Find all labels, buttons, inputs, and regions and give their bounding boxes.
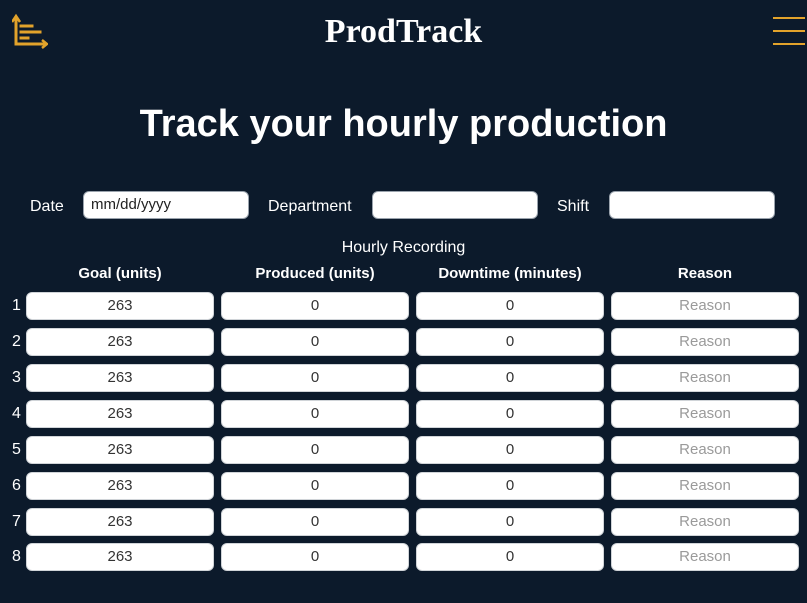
row-number: 6 <box>12 477 21 494</box>
downtime-input[interactable]: 0 <box>416 364 604 392</box>
reason-input[interactable]: Reason <box>611 400 799 428</box>
reason-input[interactable]: Reason <box>611 328 799 356</box>
produced-input[interactable]: 0 <box>221 472 409 500</box>
produced-input[interactable]: 0 <box>221 292 409 320</box>
goal-input[interactable]: 263 <box>26 543 214 571</box>
produced-input[interactable]: 0 <box>221 543 409 571</box>
hourly-recording-title: Hourly Recording <box>341 239 466 256</box>
row-number: 5 <box>12 441 21 458</box>
reason-input[interactable]: Reason <box>611 472 799 500</box>
table-row: 2 263 0 0 Reason <box>0 328 807 356</box>
reason-input[interactable]: Reason <box>611 364 799 392</box>
produced-input[interactable]: 0 <box>221 328 409 356</box>
table-row: 5 263 0 0 Reason <box>0 436 807 464</box>
produced-input[interactable]: 0 <box>221 508 409 536</box>
goal-input[interactable]: 263 <box>26 508 214 536</box>
downtime-input[interactable]: 0 <box>416 400 604 428</box>
department-input[interactable] <box>372 191 538 219</box>
row-number: 8 <box>12 548 21 565</box>
table-row: 4 263 0 0 Reason <box>0 400 807 428</box>
brand-title: ProdTrack <box>324 13 483 50</box>
downtime-input[interactable]: 0 <box>416 292 604 320</box>
goal-input[interactable]: 263 <box>26 436 214 464</box>
goal-input[interactable]: 263 <box>26 292 214 320</box>
table-row: 3 263 0 0 Reason <box>0 364 807 392</box>
row-number: 2 <box>12 333 21 350</box>
hamburger-menu-icon[interactable] <box>773 14 805 48</box>
downtime-input[interactable]: 0 <box>416 472 604 500</box>
downtime-input[interactable]: 0 <box>416 508 604 536</box>
reason-input[interactable]: Reason <box>611 436 799 464</box>
top-bar: ProdTrack <box>0 0 807 64</box>
produced-input[interactable]: 0 <box>221 436 409 464</box>
goal-input[interactable]: 263 <box>26 400 214 428</box>
row-number: 3 <box>12 369 21 386</box>
goal-input[interactable]: 263 <box>26 328 214 356</box>
goal-input[interactable]: 263 <box>26 472 214 500</box>
shift-input[interactable] <box>609 191 775 219</box>
reason-input[interactable]: Reason <box>611 508 799 536</box>
table-row: 1 263 0 0 Reason <box>0 292 807 320</box>
table-row: 7 263 0 0 Reason <box>0 508 807 536</box>
table-row: 6 263 0 0 Reason <box>0 472 807 500</box>
page-title: Track your hourly production <box>139 103 668 145</box>
row-number: 1 <box>12 297 21 314</box>
reason-input[interactable]: Reason <box>611 543 799 571</box>
downtime-input[interactable]: 0 <box>416 543 604 571</box>
table-row: 8 263 0 0 Reason <box>0 543 807 571</box>
produced-column-header: Produced (units) <box>255 265 375 282</box>
downtime-column-header: Downtime (minutes) <box>438 265 582 282</box>
downtime-input[interactable]: 0 <box>416 436 604 464</box>
shift-label: Shift <box>557 198 590 215</box>
downtime-input[interactable]: 0 <box>416 328 604 356</box>
row-number: 4 <box>12 405 21 422</box>
department-label: Department <box>268 198 352 215</box>
goal-column-header: Goal (units) <box>78 265 162 282</box>
produced-input[interactable]: 0 <box>221 400 409 428</box>
reason-column-header: Reason <box>677 265 733 282</box>
date-input[interactable]: mm/dd/yyyy <box>83 191 249 219</box>
goal-input[interactable]: 263 <box>26 364 214 392</box>
row-number: 7 <box>12 513 21 530</box>
reason-input[interactable]: Reason <box>611 292 799 320</box>
date-label: Date <box>30 198 64 215</box>
produced-input[interactable]: 0 <box>221 364 409 392</box>
